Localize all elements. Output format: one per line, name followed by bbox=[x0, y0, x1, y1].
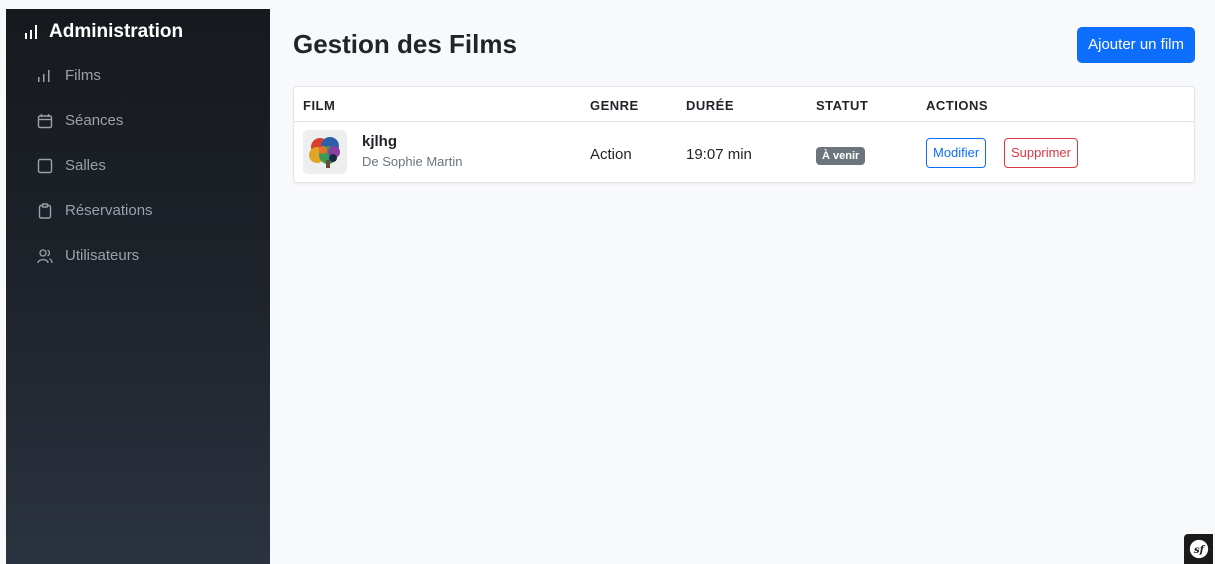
add-film-button[interactable]: Ajouter un film bbox=[1077, 27, 1195, 63]
sidebar-item-label: Utilisateurs bbox=[65, 247, 140, 264]
column-header-duree[interactable]: DURÉE bbox=[686, 98, 734, 113]
sidebar-item-label: Salles bbox=[65, 157, 106, 174]
delete-button[interactable]: Supprimer bbox=[1004, 138, 1078, 168]
symfony-logo-icon: sf bbox=[1189, 539, 1208, 559]
film-poster-thumbnail[interactable] bbox=[303, 130, 347, 174]
brain-poster-image bbox=[303, 130, 347, 174]
bar-chart-icon bbox=[38, 69, 50, 82]
page-title: Gestion des Films bbox=[293, 29, 517, 59]
sidebar-item-utilisateurs[interactable]: Utilisateurs bbox=[6, 233, 270, 278]
sidebar-nav: Films Séances Salles Réservations Utilis… bbox=[6, 53, 270, 278]
column-header-statut[interactable]: STATUT bbox=[816, 98, 868, 113]
sidebar: Administration Films Séances Salles Rése… bbox=[6, 9, 270, 564]
main-content: Gestion des Films Ajouter un film FILM G… bbox=[270, 0, 1215, 564]
sidebar-item-films[interactable]: Films bbox=[6, 53, 270, 98]
sidebar-item-label: Séances bbox=[65, 112, 124, 129]
sidebar-item-label: Films bbox=[65, 67, 101, 84]
edit-button[interactable]: Modifier bbox=[926, 138, 987, 168]
clipboard-icon bbox=[38, 202, 52, 219]
sidebar-item-salles[interactable]: Salles bbox=[6, 143, 270, 188]
film-genre: Action bbox=[590, 146, 632, 163]
film-duration: 19:07 min bbox=[686, 146, 752, 163]
column-header-genre[interactable]: GENRE bbox=[590, 98, 639, 113]
calendar-icon bbox=[37, 113, 53, 128]
film-title: kjlhg bbox=[362, 133, 398, 150]
column-header-actions: ACTIONS bbox=[926, 98, 988, 113]
symfony-toolbar-icon[interactable]: sf bbox=[1184, 534, 1213, 564]
svg-text:sf: sf bbox=[1194, 545, 1206, 556]
sidebar-brand[interactable]: Administration bbox=[6, 9, 270, 55]
sidebar-item-reservations[interactable]: Réservations bbox=[6, 188, 270, 233]
bar-chart-icon bbox=[25, 25, 37, 39]
brand-title: Administration bbox=[49, 21, 184, 42]
films-table: FILM GENRE DURÉE STATUT ACTIONS kjlhg De… bbox=[293, 86, 1195, 183]
table-row[interactable]: kjlhg De Sophie Martin Action 19:07 min … bbox=[294, 122, 1194, 183]
column-header-film[interactable]: FILM bbox=[303, 98, 335, 113]
sidebar-item-seances[interactable]: Séances bbox=[6, 98, 270, 143]
sidebar-item-label: Réservations bbox=[65, 202, 153, 219]
users-icon bbox=[37, 248, 53, 263]
table-header: FILM GENRE DURÉE STATUT ACTIONS bbox=[294, 87, 1194, 122]
film-director: De Sophie Martin bbox=[362, 154, 463, 169]
status-badge: À venir bbox=[816, 147, 866, 165]
square-icon bbox=[37, 158, 53, 173]
